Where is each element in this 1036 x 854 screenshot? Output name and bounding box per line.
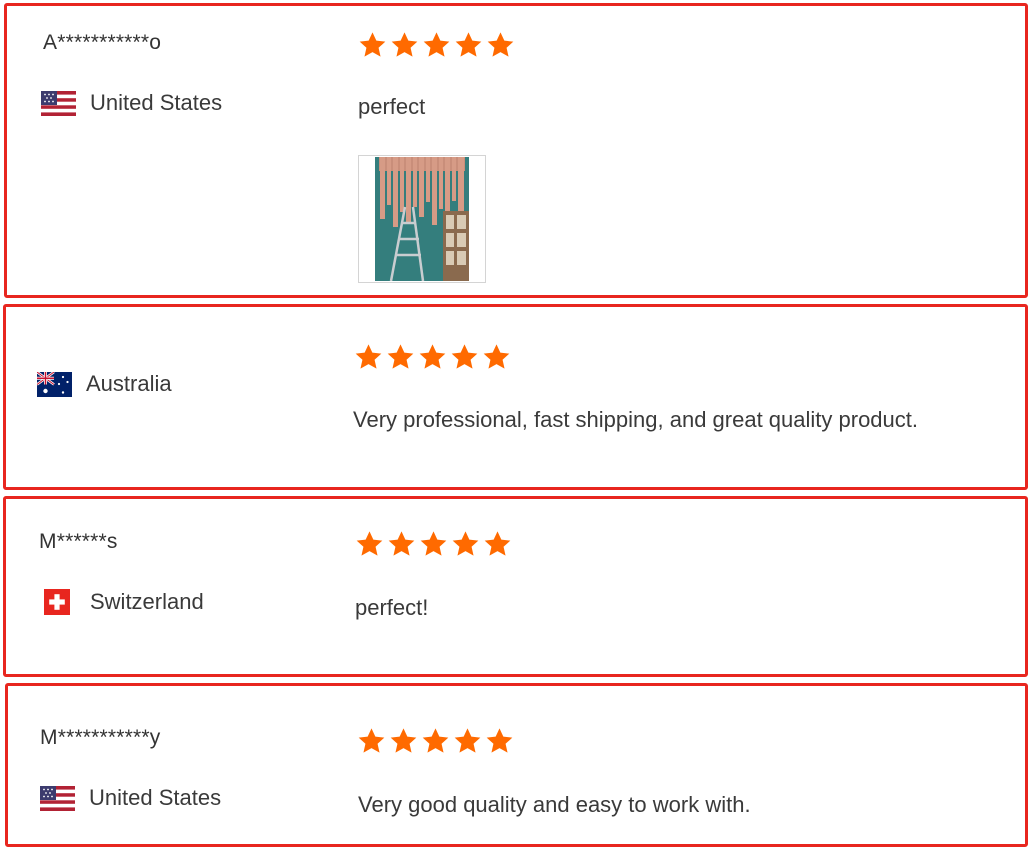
review-text: Very professional, fast shipping, and gr…: [353, 407, 919, 432]
star-icon: [354, 343, 383, 371]
star-icon: [453, 727, 482, 755]
star-icon: [418, 343, 447, 371]
star-icon: [451, 530, 480, 558]
star-icon: [357, 727, 386, 755]
review-card: A***********o United States perfect: [4, 3, 1028, 298]
star-icon: [386, 343, 415, 371]
star-rating: [354, 343, 511, 371]
review-card: M******s Switzerland perfect!: [3, 496, 1028, 677]
star-icon: [482, 343, 511, 371]
star-icon: [358, 31, 387, 59]
star-icon: [355, 530, 384, 558]
us-flag-icon: [41, 91, 76, 116]
reviewer-country: United States: [41, 90, 222, 116]
reviewer-name: M***********y: [40, 726, 161, 749]
reviewer-country: Switzerland: [44, 589, 204, 615]
star-icon: [485, 727, 514, 755]
star-icon: [454, 31, 483, 59]
review-text: Very good quality and easy to work with.: [358, 792, 751, 817]
country-label: United States: [89, 785, 222, 810]
ch-flag-icon: [44, 589, 70, 615]
star-rating: [355, 530, 512, 558]
au-flag-icon: [37, 372, 72, 397]
star-icon: [387, 530, 416, 558]
star-icon: [486, 31, 515, 59]
us-flag-icon: [40, 786, 75, 811]
review-card: Australia Very professional, fast shippi…: [3, 304, 1028, 490]
star-icon: [450, 343, 479, 371]
reviewer-country: Australia: [37, 371, 172, 397]
review-card: M***********y United States Very good qu…: [5, 683, 1028, 847]
country-label: Switzerland: [90, 589, 204, 614]
star-icon: [390, 31, 419, 59]
star-rating: [357, 727, 514, 755]
review-text: perfect: [358, 94, 426, 119]
star-icon: [483, 530, 512, 558]
review-photo-thumbnail[interactable]: [358, 155, 486, 283]
reviewer-country: United States: [40, 785, 221, 811]
star-rating: [358, 31, 515, 59]
country-label: Australia: [86, 371, 172, 396]
reviewer-name: M******s: [39, 530, 118, 553]
star-icon: [419, 530, 448, 558]
reviewer-name: A***********o: [43, 31, 162, 54]
review-text: perfect!: [355, 595, 429, 620]
star-icon: [389, 727, 418, 755]
country-label: United States: [90, 90, 223, 115]
star-icon: [422, 31, 451, 59]
review-photo: [375, 157, 469, 281]
star-icon: [421, 727, 450, 755]
